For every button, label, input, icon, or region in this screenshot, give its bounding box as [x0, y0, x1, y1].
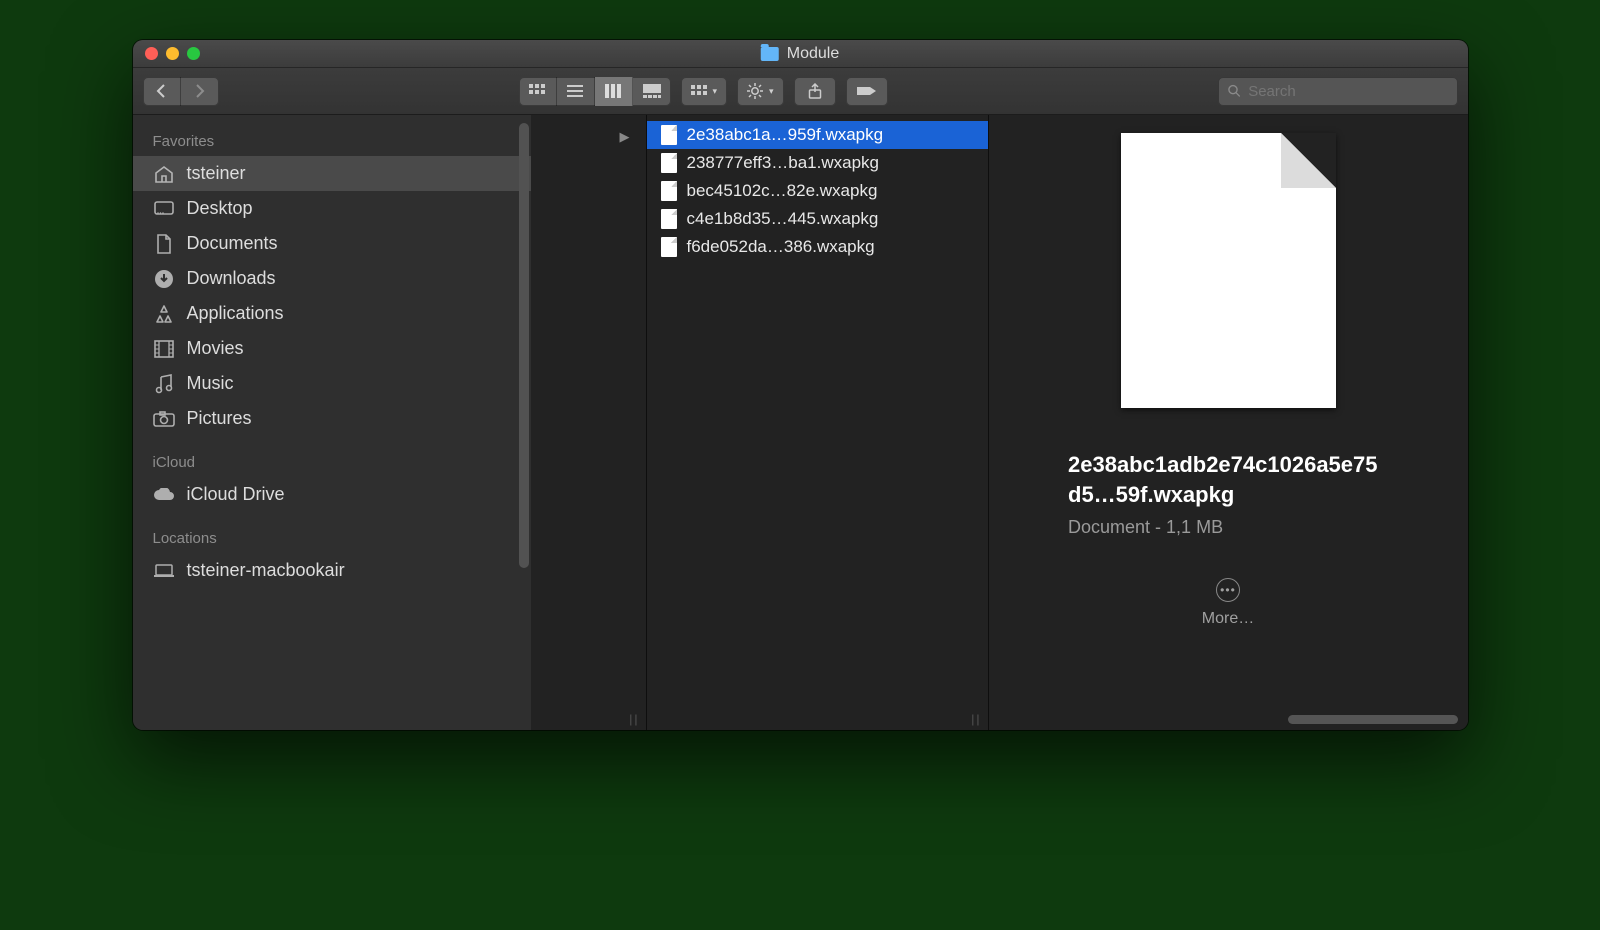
preview-pane: 2e38abc1adb2e74c1026a5e75d5…59f.wxapkg D…	[989, 115, 1468, 730]
chevron-right-icon: ▶	[620, 129, 630, 145]
sidebar-item-music[interactable]: Music	[133, 366, 531, 401]
sidebar-item-label: Pictures	[187, 408, 252, 429]
arrange-button[interactable]: ▾	[681, 77, 728, 106]
gallery-view-button[interactable]	[633, 77, 671, 106]
document-icon	[661, 181, 677, 201]
file-name: 2e38abc1a…959f.wxapkg	[687, 125, 884, 145]
desktop-icon	[153, 199, 175, 219]
document-icon	[661, 209, 677, 229]
movies-icon	[153, 339, 175, 359]
document-icon	[661, 237, 677, 257]
horizontal-scrollbar[interactable]	[1288, 715, 1458, 724]
sidebar-item-label: Music	[187, 373, 234, 394]
titlebar: Module	[133, 40, 1468, 68]
list-view-button[interactable]	[557, 77, 595, 106]
documents-icon	[153, 234, 175, 254]
sidebar-item-label: Applications	[187, 303, 284, 324]
sidebar-item-label: Desktop	[187, 198, 253, 219]
chevron-down-icon: ▾	[769, 86, 774, 97]
column-parent[interactable]: ▶ ||	[531, 115, 647, 730]
file-row[interactable]: f6de052da…386.wxapkg	[647, 233, 988, 261]
sidebar-item-label: tsteiner	[187, 163, 246, 184]
window-title-text: Module	[787, 45, 839, 63]
tags-button[interactable]	[846, 77, 888, 106]
minimize-window-button[interactable]	[166, 47, 179, 60]
icon-view-button[interactable]	[519, 77, 557, 106]
folder-icon	[761, 47, 779, 61]
sidebar-scrollbar[interactable]	[519, 123, 529, 568]
action-button[interactable]: ▾	[737, 77, 784, 106]
sidebar-item-label: tsteiner-macbookair	[187, 560, 345, 581]
sidebar: Favorites tsteiner Desktop Documents Dow…	[133, 115, 531, 730]
window-controls	[145, 47, 200, 60]
file-row[interactable]: 2e38abc1a…959f.wxapkg	[647, 121, 988, 149]
more-actions[interactable]: ••• More…	[1202, 578, 1254, 628]
home-icon	[153, 164, 175, 184]
cloud-icon	[153, 485, 175, 505]
search-field[interactable]	[1218, 77, 1458, 106]
toolbar: ▾ ▾	[133, 68, 1468, 115]
sidebar-item-label: Movies	[187, 338, 244, 359]
file-row[interactable]: c4e1b8d35…445.wxapkg	[647, 205, 988, 233]
file-name: f6de052da…386.wxapkg	[687, 237, 875, 257]
window-body: Favorites tsteiner Desktop Documents Dow…	[133, 115, 1468, 730]
document-preview[interactable]	[1121, 133, 1336, 408]
laptop-icon	[153, 561, 175, 581]
preview-filename: 2e38abc1adb2e74c1026a5e75d5…59f.wxapkg	[1068, 450, 1388, 509]
sidebar-heading-favorites: Favorites	[133, 125, 531, 156]
search-input[interactable]	[1248, 83, 1447, 100]
sidebar-item-label: Documents	[187, 233, 278, 254]
downloads-icon	[153, 269, 175, 289]
column-view-button[interactable]	[595, 77, 633, 106]
window-title: Module	[761, 45, 839, 63]
column-resize-handle[interactable]: ||	[629, 712, 639, 726]
preview-kind: Document	[1068, 517, 1150, 537]
sidebar-item-label: iCloud Drive	[187, 484, 285, 505]
sidebar-heading-icloud: iCloud	[133, 446, 531, 477]
sidebar-heading-locations: Locations	[133, 522, 531, 553]
finder-window: Module	[133, 40, 1468, 730]
document-icon	[661, 153, 677, 173]
close-window-button[interactable]	[145, 47, 158, 60]
more-label: More…	[1202, 610, 1254, 628]
file-row[interactable]: 238777eff3…ba1.wxapkg	[647, 149, 988, 177]
sidebar-item-documents[interactable]: Documents	[133, 226, 531, 261]
file-list-column: 2e38abc1a…959f.wxapkg 238777eff3…ba1.wxa…	[647, 115, 989, 730]
sidebar-item-downloads[interactable]: Downloads	[133, 261, 531, 296]
file-row[interactable]: bec45102c…82e.wxapkg	[647, 177, 988, 205]
sidebar-item-movies[interactable]: Movies	[133, 331, 531, 366]
sidebar-item-icloud-drive[interactable]: iCloud Drive	[133, 477, 531, 512]
document-icon	[661, 125, 677, 145]
preview-metadata: Document - 1,1 MB	[1068, 517, 1388, 538]
music-icon	[153, 374, 175, 394]
preview-size: 1,1 MB	[1166, 517, 1223, 537]
file-name: 238777eff3…ba1.wxapkg	[687, 153, 880, 173]
column-resize-handle[interactable]: ||	[971, 712, 981, 726]
ellipsis-icon: •••	[1216, 578, 1240, 602]
sidebar-item-home[interactable]: tsteiner	[133, 156, 531, 191]
sidebar-item-machine[interactable]: tsteiner-macbookair	[133, 553, 531, 588]
back-button[interactable]	[143, 77, 181, 106]
view-switcher	[519, 77, 671, 106]
file-name: bec45102c…82e.wxapkg	[687, 181, 878, 201]
sidebar-item-label: Downloads	[187, 268, 276, 289]
file-name: c4e1b8d35…445.wxapkg	[687, 209, 879, 229]
chevron-down-icon: ▾	[713, 86, 718, 97]
share-button[interactable]	[794, 77, 836, 106]
applications-icon	[153, 304, 175, 324]
search-icon	[1228, 84, 1241, 98]
sidebar-item-pictures[interactable]: Pictures	[133, 401, 531, 436]
sidebar-item-applications[interactable]: Applications	[133, 296, 531, 331]
nav-buttons	[143, 77, 219, 106]
zoom-window-button[interactable]	[187, 47, 200, 60]
pictures-icon	[153, 409, 175, 429]
sidebar-item-desktop[interactable]: Desktop	[133, 191, 531, 226]
forward-button[interactable]	[181, 77, 219, 106]
